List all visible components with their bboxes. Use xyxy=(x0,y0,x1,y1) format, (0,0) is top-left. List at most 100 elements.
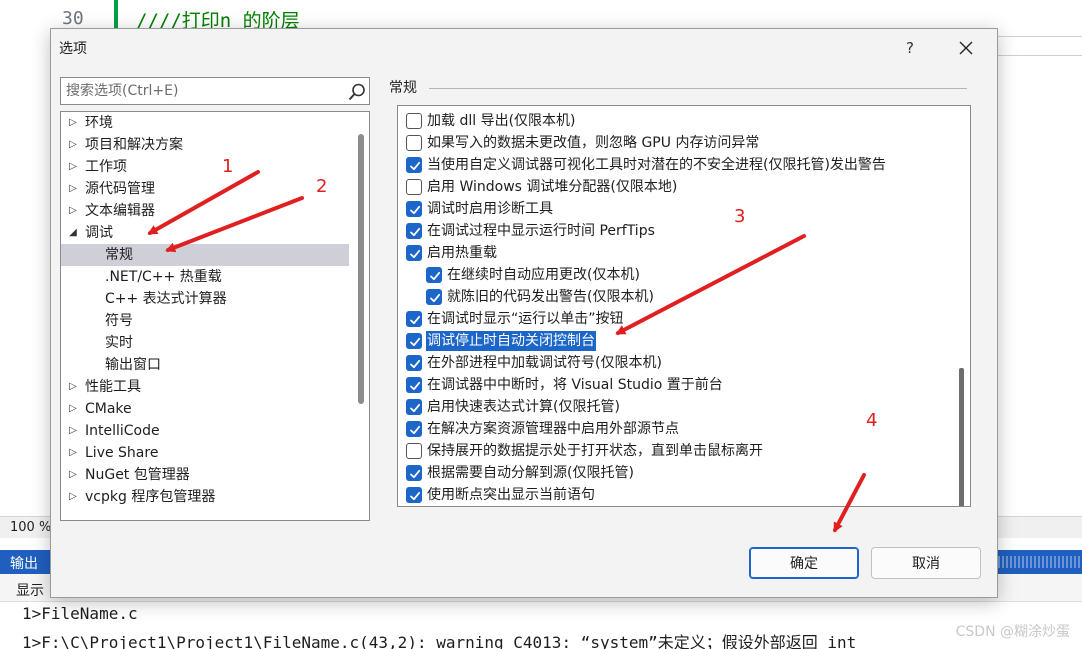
collapsed-arrow-icon[interactable]: ▷ xyxy=(67,376,79,398)
tree-item[interactable]: ▷ 工作项 xyxy=(61,156,349,178)
option-label: 启用快速表达式计算(仅限托管) xyxy=(427,399,620,415)
watermark: CSDN @糊涂炒蛋 xyxy=(955,624,1070,640)
checkbox-checked[interactable] xyxy=(406,487,422,503)
tree-item[interactable]: ▷ 文本编辑器 xyxy=(61,200,349,222)
checkbox-checked[interactable] xyxy=(406,311,422,327)
checkmark-icon xyxy=(410,469,421,479)
output-window-title: 输出 xyxy=(10,556,38,572)
tree-item[interactable]: C++ 表达式计算器 xyxy=(61,288,349,310)
checkbox-checked[interactable] xyxy=(406,333,422,349)
options-tree: ▷ 环境 ▷ 项目和解决方案 ▷ 工作项 ▷ 源代码管理 ▷ 文本编辑器 ◢ 调试 常规 .NET/C++… xyxy=(60,111,370,521)
collapsed-arrow-icon[interactable]: ▷ xyxy=(67,420,79,442)
checkmark-icon xyxy=(410,227,421,237)
tree-item[interactable]: ▷ 环境 xyxy=(61,112,349,134)
collapsed-arrow-icon[interactable]: ▷ xyxy=(67,442,79,464)
checkbox-checked[interactable] xyxy=(406,355,422,371)
option-label: 使用断点突出显示当前语句 xyxy=(427,487,595,503)
option-label: 就陈旧的代码发出警告(仅限本机) xyxy=(447,289,654,305)
annotation-label-2: 2 xyxy=(316,176,328,197)
checkbox-unchecked[interactable] xyxy=(406,443,422,459)
tree-item-label: C++ 表达式计算器 xyxy=(105,291,227,307)
tree-item-label: vcpkg 程序包管理器 xyxy=(85,489,216,505)
option-label: 启用 Windows 调试堆分配器(仅限本地) xyxy=(427,179,678,195)
expanded-arrow-icon[interactable]: ◢ xyxy=(67,222,79,244)
output-show-label: 显示 xyxy=(16,583,44,599)
tree-item-label: 环境 xyxy=(85,115,113,131)
cancel-button[interactable]: 取消 xyxy=(871,547,981,579)
checkbox-checked[interactable] xyxy=(406,157,422,173)
tree-scrollbar-thumb[interactable] xyxy=(358,134,364,404)
checkbox-unchecked[interactable] xyxy=(406,179,422,195)
zoom-level[interactable]: 100 % xyxy=(10,520,51,535)
checkmark-icon xyxy=(410,315,421,325)
checkbox-checked[interactable] xyxy=(406,465,422,481)
tree-item[interactable]: ▷ NuGet 包管理器 xyxy=(61,464,349,486)
checkbox-checked[interactable] xyxy=(406,245,422,261)
collapsed-arrow-icon[interactable]: ▷ xyxy=(67,486,79,508)
annotation-label-4: 4 xyxy=(866,410,878,431)
tree-item-label: 符号 xyxy=(105,313,133,329)
tree-item-label: 常规 xyxy=(105,247,133,263)
tree-item[interactable]: 实时 xyxy=(61,332,349,354)
section-title: 常规 xyxy=(389,80,417,96)
checkmark-icon xyxy=(410,359,421,369)
tree-item[interactable]: 符号 xyxy=(61,310,349,332)
options-scrollbar[interactable] xyxy=(952,106,970,506)
collapsed-arrow-icon[interactable]: ▷ xyxy=(67,156,79,178)
option-label: 在外部进程中加载调试符号(仅限本机) xyxy=(427,355,662,371)
checkbox-checked[interactable] xyxy=(426,289,442,305)
checkbox-checked[interactable] xyxy=(406,421,422,437)
checkbox-unchecked[interactable] xyxy=(406,113,422,129)
tree-item[interactable]: .NET/C++ 热重载 xyxy=(61,266,349,288)
checkbox-unchecked[interactable] xyxy=(406,135,422,151)
collapsed-arrow-icon[interactable]: ▷ xyxy=(67,464,79,486)
search-input[interactable] xyxy=(61,78,341,104)
help-button[interactable]: ? xyxy=(897,35,923,61)
tree-item[interactable]: ◢ 调试 xyxy=(61,222,349,244)
search-icon[interactable] xyxy=(347,82,367,102)
checkbox-checked[interactable] xyxy=(426,267,442,283)
tree-item-label: 输出窗口 xyxy=(105,357,161,373)
ok-button[interactable]: 确定 xyxy=(749,547,859,579)
tree-item-label: Live Share xyxy=(85,445,159,461)
collapsed-arrow-icon[interactable]: ▷ xyxy=(67,200,79,222)
tree-item[interactable]: ▷ vcpkg 程序包管理器 xyxy=(61,486,349,508)
option-label: 在调试过程中显示运行时间 PerfTips xyxy=(427,223,655,239)
tree-item-label: 工作项 xyxy=(85,159,127,175)
search-box xyxy=(60,77,370,105)
tree-scrollbar[interactable] xyxy=(353,112,369,520)
collapsed-arrow-icon[interactable]: ▷ xyxy=(67,112,79,134)
options-scrollbar-thumb[interactable] xyxy=(959,368,964,506)
close-button[interactable] xyxy=(951,35,981,61)
close-icon xyxy=(959,41,973,55)
tree-item[interactable]: ▷ 源代码管理 xyxy=(61,178,349,200)
option-label: 加载 dll 导出(仅限本机) xyxy=(427,113,576,129)
option-label: 如果写入的数据未更改值，则忽略 GPU 内存访问异常 xyxy=(427,135,760,151)
collapsed-arrow-icon[interactable]: ▷ xyxy=(67,398,79,420)
output-header-grip xyxy=(998,556,1082,568)
option-label: 保持展开的数据提示处于打开状态，直到单击鼠标离开 xyxy=(427,443,763,459)
checkmark-icon xyxy=(430,293,441,303)
tree-item[interactable]: 输出窗口 xyxy=(61,354,349,376)
option-label: 启用热重载 xyxy=(427,245,497,261)
checkmark-icon xyxy=(410,249,421,259)
tree-item-label: NuGet 包管理器 xyxy=(85,467,190,483)
tree-item[interactable]: 常规 xyxy=(61,244,349,266)
tree-item[interactable]: ▷ 性能工具 xyxy=(61,376,349,398)
output-line: 1>FileName.c xyxy=(22,604,138,623)
tree-item[interactable]: ▷ CMake xyxy=(61,398,349,420)
annotation-label-3: 3 xyxy=(734,206,746,227)
tree-item[interactable]: ▷ 项目和解决方案 xyxy=(61,134,349,156)
checkbox-checked[interactable] xyxy=(406,399,422,415)
collapsed-arrow-icon[interactable]: ▷ xyxy=(67,178,79,200)
checkbox-checked[interactable] xyxy=(406,223,422,239)
checkmark-icon xyxy=(410,381,421,391)
tree-item[interactable]: ▷ Live Share xyxy=(61,442,349,464)
tree-item[interactable]: ▷ IntelliCode xyxy=(61,420,349,442)
collapsed-arrow-icon[interactable]: ▷ xyxy=(67,134,79,156)
output-body: 1>FileName.c 1>F:\C\Project1\Project1\Fi… xyxy=(0,602,1082,649)
checkmark-icon xyxy=(410,161,421,171)
checkmark-icon xyxy=(410,491,421,501)
checkbox-checked[interactable] xyxy=(406,377,422,393)
checkbox-checked[interactable] xyxy=(406,201,422,217)
